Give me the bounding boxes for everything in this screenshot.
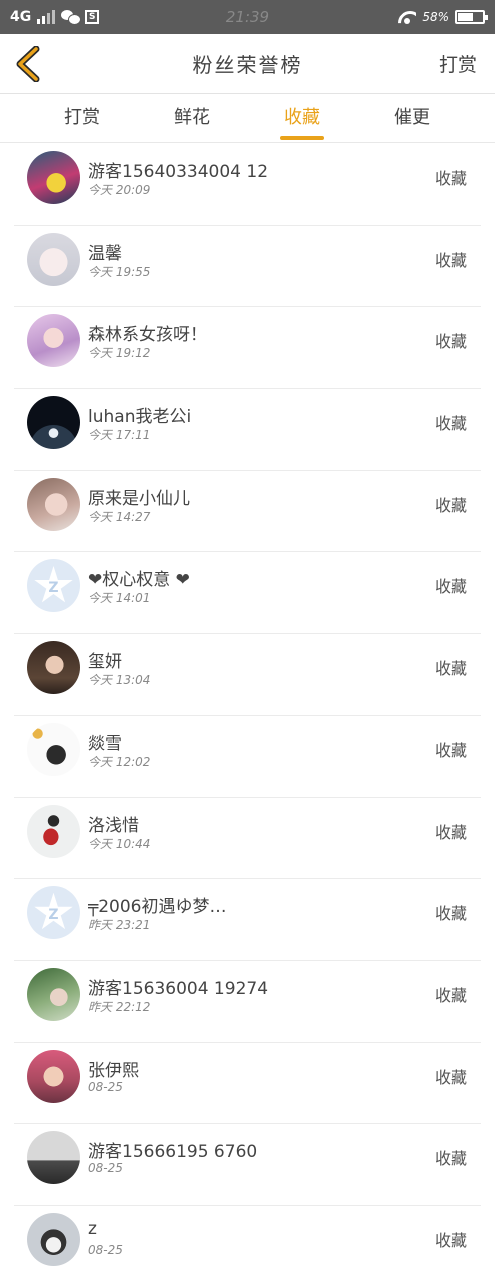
default-avatar-icon[interactable]: Z [27, 559, 80, 613]
fan-name: 温馨 [88, 243, 122, 264]
fan-row[interactable]: 洛浅惜 今天 10:44 收藏 [14, 798, 481, 880]
fan-name: ❤权心权意 ❤ [88, 570, 190, 591]
avatar[interactable] [27, 1212, 80, 1266]
fan-time: 今天 20:09 [88, 183, 151, 197]
fan-name: 燚雪 [88, 733, 122, 754]
reward-button[interactable]: 打赏 [439, 34, 477, 96]
fan-name: 原来是小仙儿 [88, 488, 190, 509]
fan-row[interactable]: luhan我老公i 今天 17:11 收藏 [14, 389, 481, 471]
fan-name: luhan我老公i [88, 407, 192, 428]
fan-name: 游客15666195 6760 [88, 1142, 258, 1163]
fan-time: 昨天 23:21 [88, 918, 151, 933]
fan-row[interactable]: 游客15666195 6760 08-25 收藏 [14, 1124, 481, 1206]
fan-row[interactable]: Z ╤2006初遇ゆ梦… 昨天 23:21 收藏 [14, 879, 481, 961]
status-right: 58% [398, 0, 488, 34]
favorite-label: 收藏 [434, 577, 467, 597]
wifi-icon [398, 11, 416, 24]
fan-time: 昨天 22:12 [88, 999, 151, 1014]
fan-row[interactable]: 温馨 今天 19:55 收藏 [14, 226, 481, 308]
fan-row[interactable]: 游客15640334004 12 今天 20:09 收藏 [14, 144, 481, 226]
favorite-label: 收藏 [434, 169, 467, 188]
fan-time: 今天 19:55 [88, 264, 151, 279]
battery-icon [455, 10, 488, 24]
fan-name: 玺妍 [88, 652, 122, 673]
avatar[interactable] [27, 804, 80, 858]
tab-favorites[interactable]: 收藏 [252, 95, 352, 143]
fan-row[interactable]: 原来是小仙儿 今天 14:27 收藏 [14, 471, 481, 553]
favorite-label: 收藏 [434, 414, 467, 434]
fan-name: ╤2006初遇ゆ梦… [88, 897, 227, 918]
avatar[interactable] [27, 1131, 80, 1185]
fan-row[interactable]: Z ❤权心权意 ❤ 今天 14:01 收藏 [14, 552, 481, 635]
fan-time: 今天 13:04 [88, 673, 151, 688]
fan-row[interactable]: 游客15636004 19274 昨天 22:12 收藏 [14, 961, 481, 1043]
fan-name: 游客15640334004 12 [88, 162, 269, 182]
avatar[interactable] [27, 477, 80, 531]
fan-name: 洛浅惜 [88, 815, 139, 836]
tab-bar: 打赏 鲜花 收藏 催更 [0, 95, 495, 143]
fan-time: 今天 10:44 [88, 836, 151, 851]
avatar[interactable] [27, 314, 80, 368]
avatar[interactable] [27, 151, 80, 204]
fan-time: 08-25 [88, 1161, 123, 1176]
tab-reward[interactable]: 打赏 [32, 95, 132, 143]
fan-time: 08-25 [88, 1079, 123, 1094]
fan-time: 今天 14:27 [88, 509, 151, 524]
fan-name: z [88, 1218, 97, 1239]
header: 粉丝荣誉榜 打赏 [0, 34, 495, 94]
fan-list: 游客15640334004 12 今天 20:09 收藏 温馨 今天 19:55… [0, 144, 495, 1280]
favorite-label: 收藏 [434, 822, 467, 842]
fan-time: 08-25 [88, 1242, 123, 1257]
default-avatar-icon[interactable]: Z [27, 886, 80, 940]
favorite-label: 收藏 [434, 985, 467, 1005]
avatar[interactable] [27, 396, 80, 450]
avatar[interactable] [27, 232, 80, 286]
fan-name: 游客15636004 19274 [88, 978, 269, 999]
favorite-label: 收藏 [434, 904, 467, 924]
fan-row[interactable]: 张伊熙 08-25 收藏 [14, 1043, 481, 1125]
favorite-label: 收藏 [434, 659, 467, 679]
avatar[interactable] [27, 722, 80, 776]
fan-row[interactable]: z 08-25 收藏 [14, 1206, 481, 1280]
fan-row[interactable]: 燚雪 今天 12:02 收藏 [14, 716, 481, 798]
tab-urge-update[interactable]: 催更 [362, 95, 462, 143]
fan-row[interactable]: 森林系女孩呀！ 今天 19:12 收藏 [14, 307, 481, 390]
fan-time: 今天 12:02 [88, 754, 151, 769]
fan-name: 森林系女孩呀！ [88, 325, 207, 346]
fan-name: 张伊熙 [88, 1060, 139, 1081]
avatar[interactable] [27, 641, 80, 695]
avatar[interactable] [27, 1049, 80, 1103]
tab-flowers[interactable]: 鲜花 [142, 95, 242, 143]
favorite-label: 收藏 [434, 740, 467, 760]
fan-time: 今天 19:12 [88, 346, 151, 361]
fan-row[interactable]: 玺妍 今天 13:04 收藏 [14, 634, 481, 716]
fan-time: 今天 17:11 [88, 428, 151, 443]
favorite-label: 收藏 [434, 1230, 467, 1250]
favorite-label: 收藏 [434, 332, 467, 352]
favorite-label: 收藏 [434, 1067, 467, 1087]
back-arrow-icon[interactable] [12, 46, 48, 82]
fan-time: 今天 14:01 [88, 591, 151, 606]
favorite-label: 收藏 [434, 495, 467, 515]
status-bar: 4G S 21:39 58% [0, 0, 495, 34]
favorite-label: 收藏 [434, 250, 467, 270]
battery-percent: 58% [422, 10, 449, 24]
page-title: 粉丝荣誉榜 [192, 53, 303, 77]
favorite-label: 收藏 [434, 1149, 467, 1169]
avatar[interactable] [27, 967, 80, 1021]
